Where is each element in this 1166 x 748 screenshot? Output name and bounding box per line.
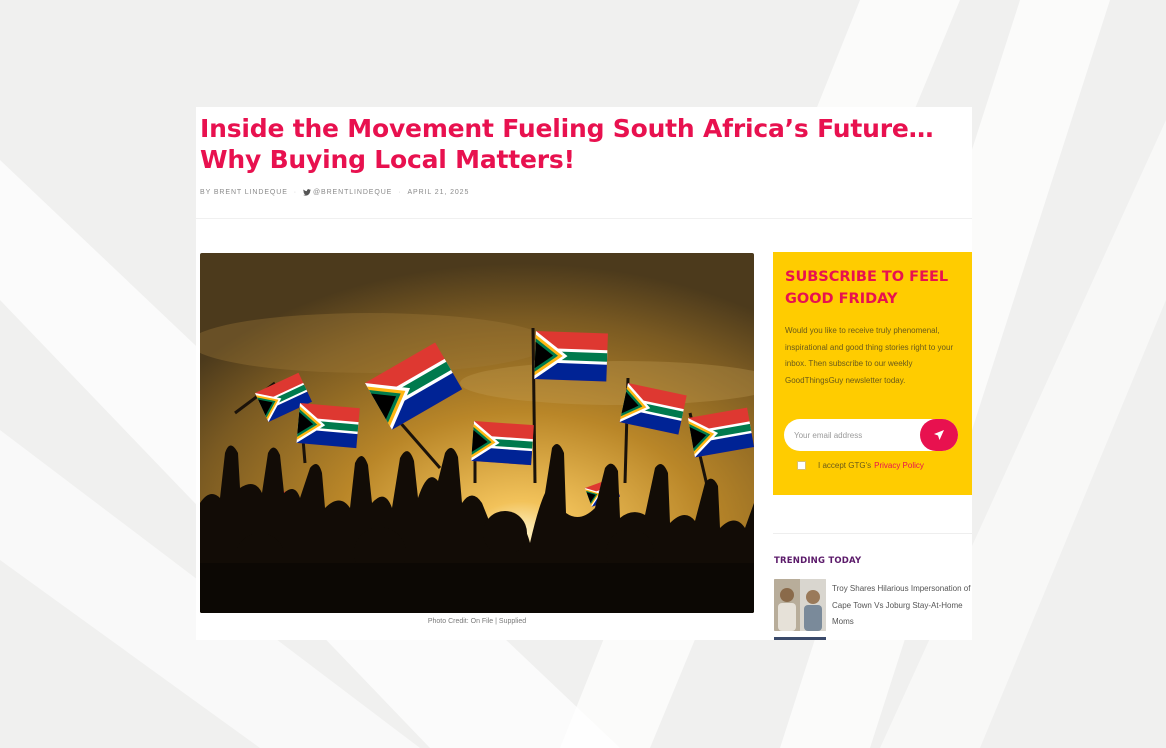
trending-thumbnail-image (774, 579, 826, 631)
email-input[interactable] (784, 419, 914, 451)
trending-item-title[interactable]: Troy Shares Hilarious Impersonation of C… (832, 581, 972, 631)
subscribe-send-button[interactable] (920, 419, 958, 451)
twitter-icon (303, 189, 312, 196)
email-form (784, 419, 958, 451)
privacy-policy-link[interactable]: Privacy Policy (874, 461, 924, 470)
byline-separator: · (293, 189, 298, 196)
trending-thumbnail[interactable] (774, 579, 826, 631)
trending-item[interactable]: Troy Shares Hilarious Impersonation of C… (774, 579, 972, 634)
twitter-handle: @BRENTLINDEQUE (313, 189, 393, 196)
hero-image (200, 253, 754, 613)
sidebar-divider (773, 533, 972, 534)
author-name[interactable]: BY BRENT LINDEQUE (200, 189, 288, 196)
privacy-checkbox[interactable] (797, 461, 806, 470)
subscribe-widget: SUBSCRIBE TO FEEL GOOD FRIDAY Would you … (773, 252, 972, 495)
subscribe-description: Would you like to receive truly phenomen… (785, 326, 954, 385)
twitter-link[interactable]: @BRENTLINDEQUE (303, 189, 392, 196)
trending-heading: TRENDING TODAY (774, 556, 862, 566)
article-card: Inside the Movement Fueling South Africa… (196, 107, 972, 640)
privacy-consent[interactable]: I accept GTG's Privacy Policy (797, 461, 924, 470)
subscribe-title: SUBSCRIBE TO FEEL GOOD FRIDAY (785, 269, 949, 307)
byline-separator: · (398, 189, 402, 196)
publish-date: APRIL 21, 2025 (407, 189, 470, 196)
consent-label: I accept GTG's (818, 461, 872, 470)
send-icon (934, 430, 944, 440)
article-byline: BY BRENT LINDEQUE · @BRENTLINDEQUE · APR… (200, 189, 469, 196)
next-trending-thumbnail (774, 637, 826, 640)
image-caption: Photo Credit: On File | Supplied (427, 618, 527, 625)
header-divider (196, 218, 972, 219)
article-title: Inside the Movement Fueling South Africa… (200, 114, 934, 174)
flags-crowd-photo (200, 253, 754, 613)
